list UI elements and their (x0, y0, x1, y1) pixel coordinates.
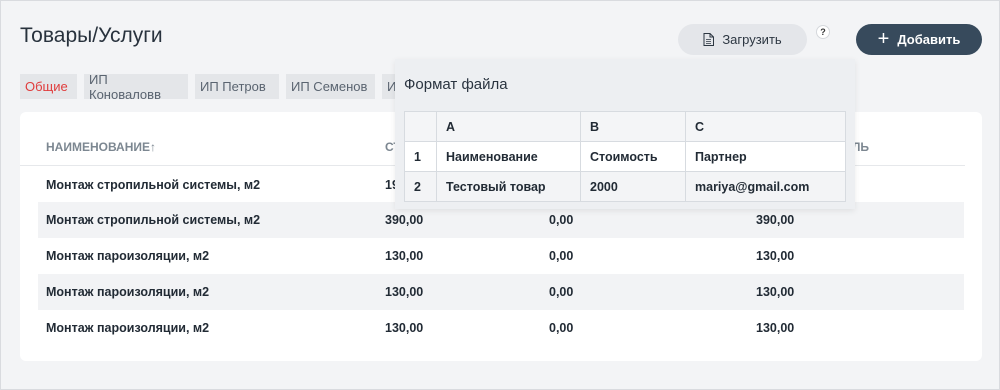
cell-total: 130,00 (756, 249, 795, 263)
format-header-row: A B C (404, 111, 846, 142)
cell-cost: 130,00 (385, 249, 424, 263)
format-corner-cell (404, 111, 437, 142)
cell-name: Монтаж пароизоляции, м2 (46, 321, 210, 335)
document-icon (703, 33, 715, 46)
tab-petrov[interactable]: ИП Петров (195, 74, 279, 99)
sort-arrow-icon: ↑ (150, 140, 156, 154)
cell-discount: 0,00 (549, 249, 574, 263)
format-row: 1 Наименование Стоимость Партнер (404, 141, 846, 172)
popover-title: Формат файла (404, 76, 508, 93)
format-cell: 2000 (580, 171, 686, 202)
column-header-name[interactable]: НАИМЕНОВАНИЕ↑ (46, 140, 156, 154)
plus-icon: + (877, 27, 890, 50)
upload-button-label: Загрузить (722, 32, 782, 47)
cell-cost: 130,00 (385, 321, 424, 335)
file-format-popover: Формат файла A B C 1 Наименование Стоимо… (395, 59, 855, 209)
format-column-c: C (685, 111, 846, 142)
table-row[interactable]: Монтаж пароизоляции, м2 130,00 0,00 130,… (38, 274, 964, 310)
tab-konovalov[interactable]: ИП Коноваловв (84, 72, 188, 102)
format-cell: Тестовый товар (436, 171, 581, 202)
format-column-a: A (436, 111, 581, 142)
cell-name: Монтаж стропильной системы, м2 (46, 178, 261, 192)
format-row-index: 1 (404, 141, 437, 172)
format-cell: Партнер (685, 141, 846, 172)
format-row-index: 2 (404, 171, 437, 202)
cell-discount: 0,00 (549, 321, 574, 335)
format-cell: Стоимость (580, 141, 686, 172)
add-button-label: Добавить (897, 32, 961, 47)
cell-name: Монтаж пароизоляции, м2 (46, 249, 210, 263)
table-row[interactable]: Монтаж пароизоляции, м2 130,00 0,00 130,… (38, 238, 964, 274)
cell-total: 130,00 (756, 321, 795, 335)
add-button[interactable]: + Добавить (856, 24, 982, 55)
format-column-b: B (580, 111, 686, 142)
tab-semenov[interactable]: ИП Семенов (286, 74, 375, 99)
format-row: 2 Тестовый товар 2000 mariya@gmail.com (404, 171, 846, 202)
cell-discount: 0,00 (549, 213, 574, 227)
table-row[interactable]: Монтаж пароизоляции, м2 130,00 0,00 130,… (38, 310, 964, 346)
cell-cost: 130,00 (385, 285, 424, 299)
page-title: Товары/Услуги (20, 24, 163, 47)
cell-discount: 0,00 (549, 285, 574, 299)
format-cell: Наименование (436, 141, 581, 172)
cell-total: 130,00 (756, 285, 795, 299)
cell-total: 390,00 (756, 213, 795, 227)
cell-name: Монтаж стропильной системы, м2 (46, 213, 261, 227)
tab-general[interactable]: Общие (20, 74, 77, 99)
cell-name: Монтаж пароизоляции, м2 (46, 285, 210, 299)
page: Товары/Услуги Загрузить ? + Добавить Общ… (0, 0, 1000, 390)
upload-button[interactable]: Загрузить (678, 24, 807, 55)
help-button[interactable]: ? (816, 25, 830, 39)
file-format-table: A B C 1 Наименование Стоимость Партнер 2… (404, 111, 846, 202)
tabs: Общие ИП Коноваловв ИП Петров ИП Семенов… (20, 72, 412, 102)
cell-cost: 390,00 (385, 213, 424, 227)
format-cell: mariya@gmail.com (685, 171, 846, 202)
